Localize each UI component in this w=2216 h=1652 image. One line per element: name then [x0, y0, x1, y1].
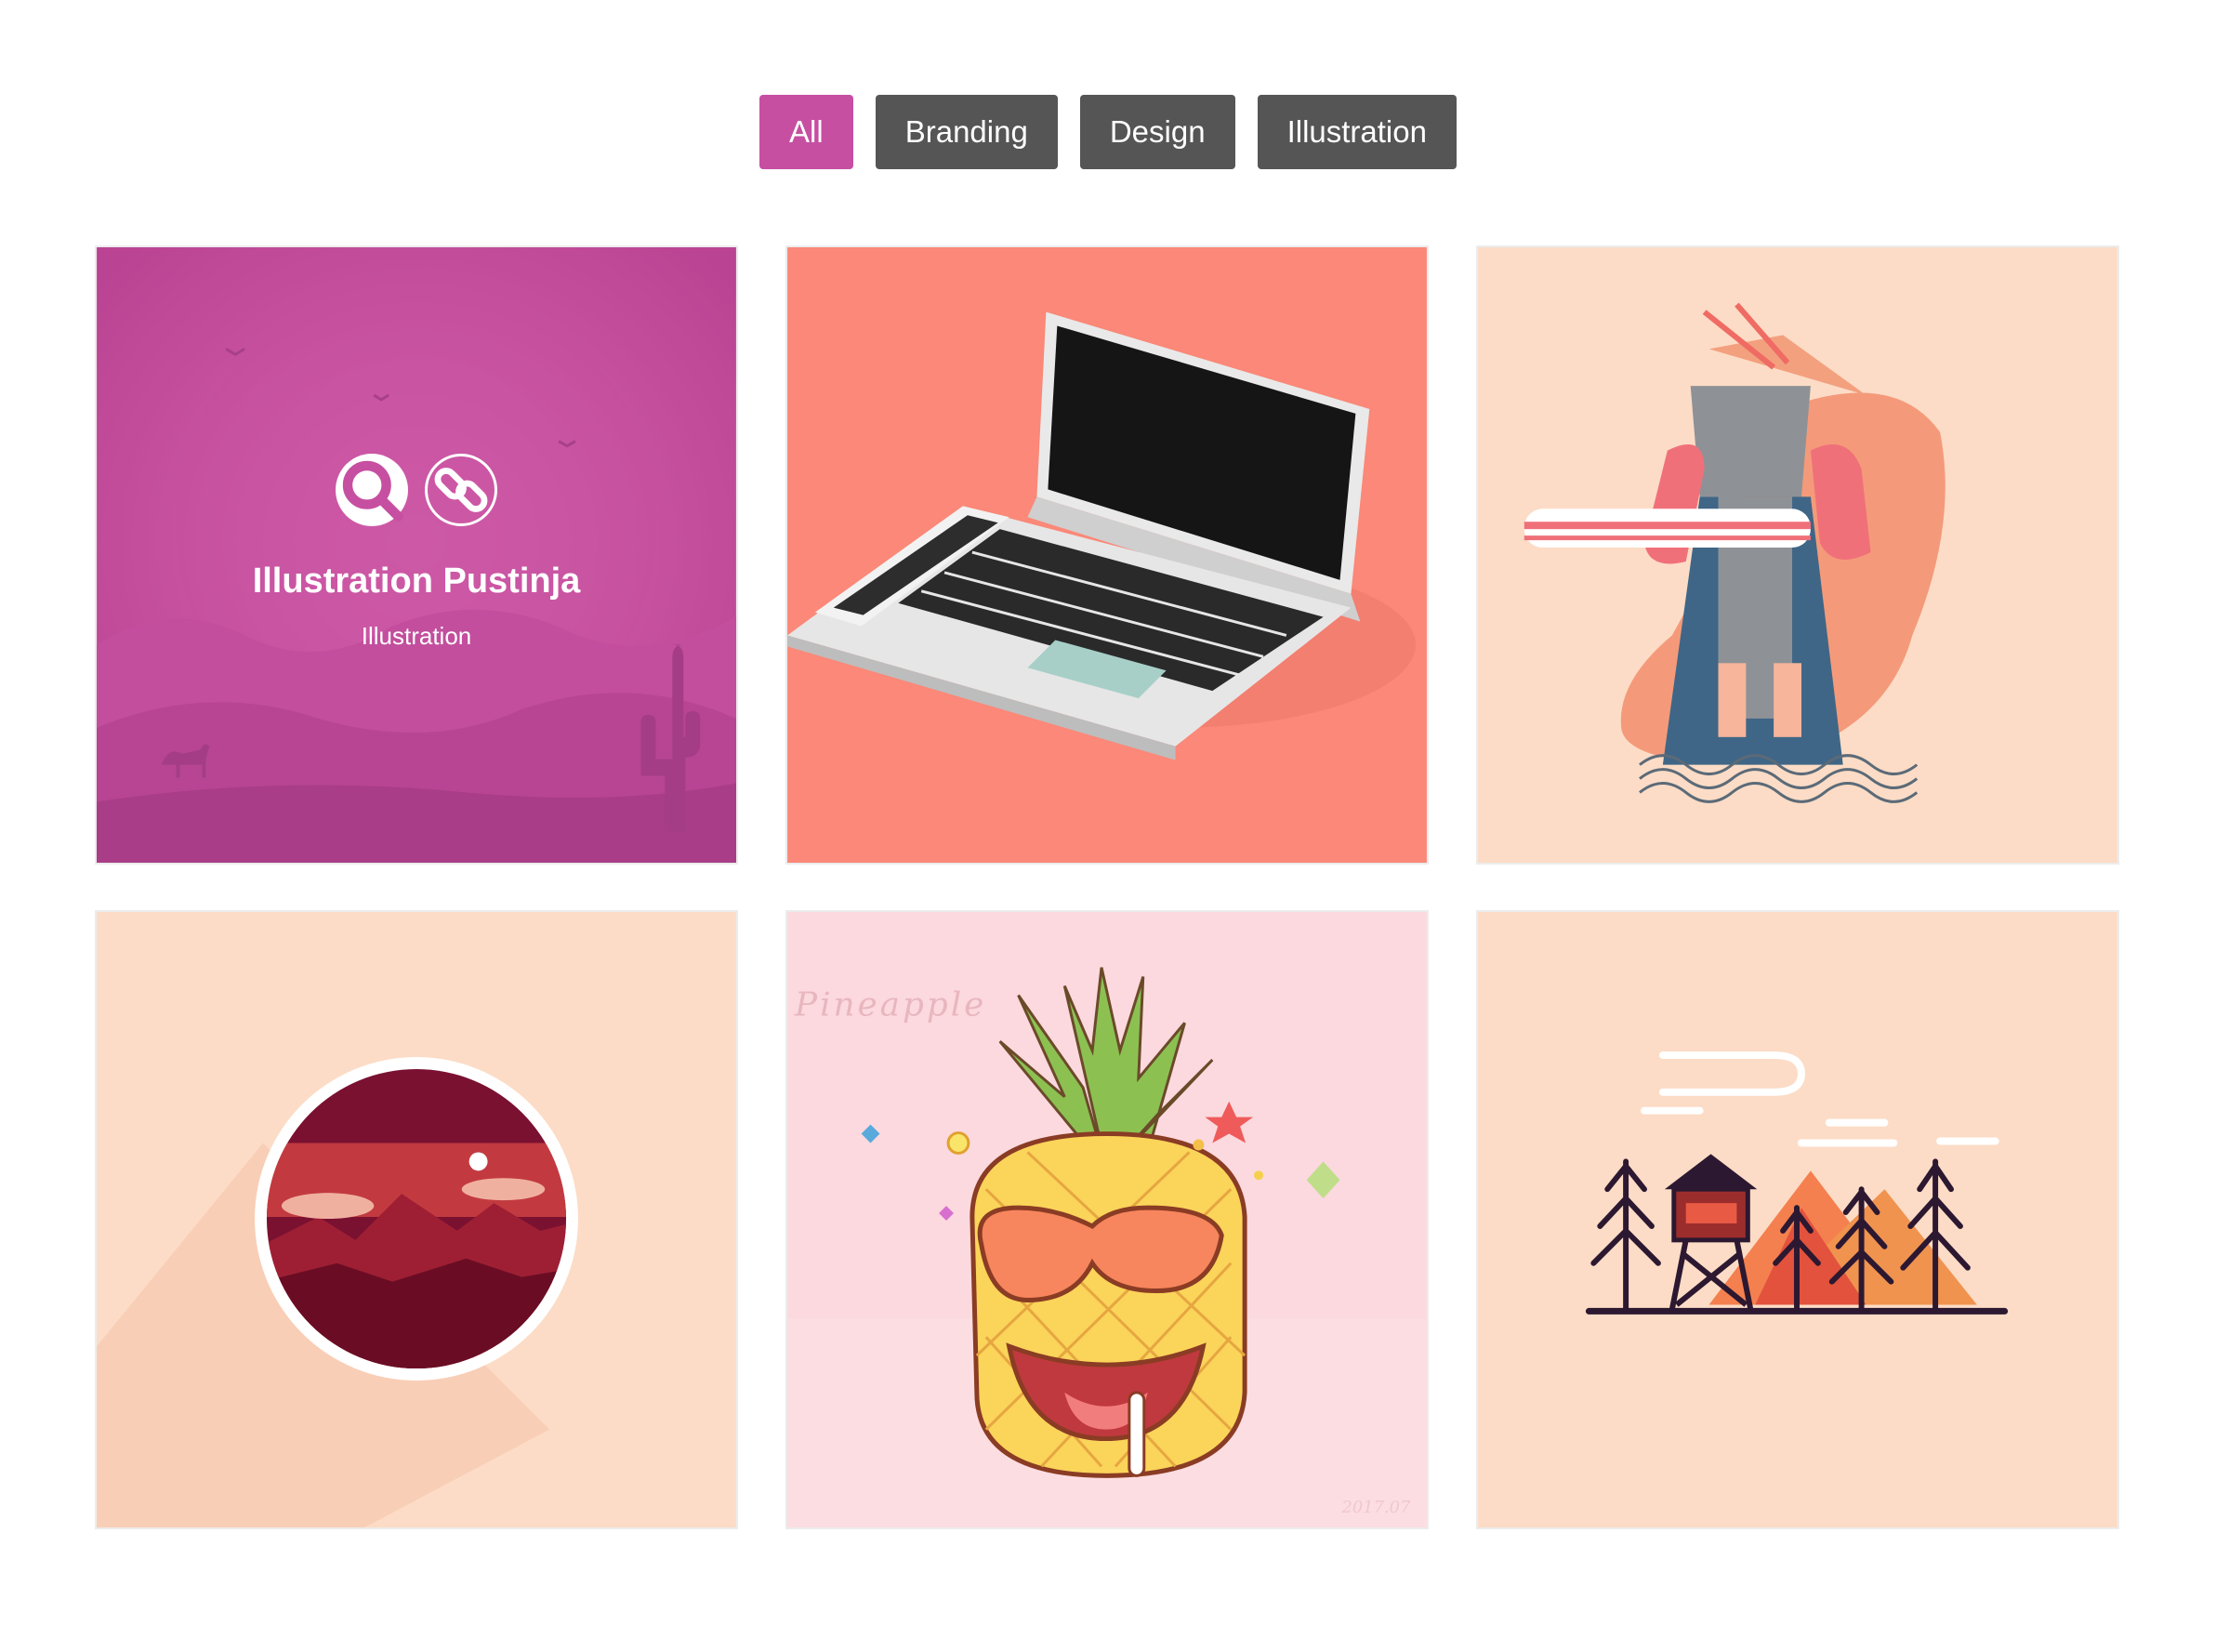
pineapple-date: 2017.07	[1340, 1498, 1411, 1517]
filter-design-button[interactable]: Design	[1079, 95, 1235, 169]
portfolio-item-badge[interactable]	[95, 910, 738, 1529]
filter-branding-button[interactable]: Branding	[875, 95, 1058, 169]
fire-tower-illustration	[1478, 912, 2117, 1527]
portfolio-item-desert[interactable]: Illustration Pustinja Illustration	[95, 245, 738, 865]
search-icon	[342, 460, 403, 522]
pineapple-illustration: Pineapple 2017.07	[787, 912, 1427, 1527]
landscape-badge-illustration	[97, 912, 736, 1527]
portfolio-item-samurai[interactable]	[1476, 245, 2119, 865]
link-icon	[434, 468, 488, 512]
portfolio-item-overlay: Illustration Pustinja Illustration	[97, 247, 736, 863]
filter-illustration-button[interactable]: Illustration	[1257, 95, 1457, 169]
zoom-button[interactable]	[336, 454, 408, 526]
pineapple-caption: Pineapple	[794, 985, 986, 1024]
samurai-illustration	[1478, 247, 2117, 863]
item-category: Illustration	[361, 622, 472, 650]
filter-all-button[interactable]: All	[759, 95, 853, 169]
link-button[interactable]	[425, 454, 497, 526]
portfolio-item-pineapple[interactable]: Pineapple 2017.07	[785, 910, 1429, 1529]
portfolio-item-laptop[interactable]	[785, 245, 1429, 865]
portfolio-item-firetower[interactable]	[1476, 910, 2119, 1529]
item-title: Illustration Pustinja	[252, 562, 581, 601]
laptop-illustration	[787, 247, 1427, 863]
portfolio-filter-bar: All Branding Design Illustration	[0, 95, 2216, 169]
